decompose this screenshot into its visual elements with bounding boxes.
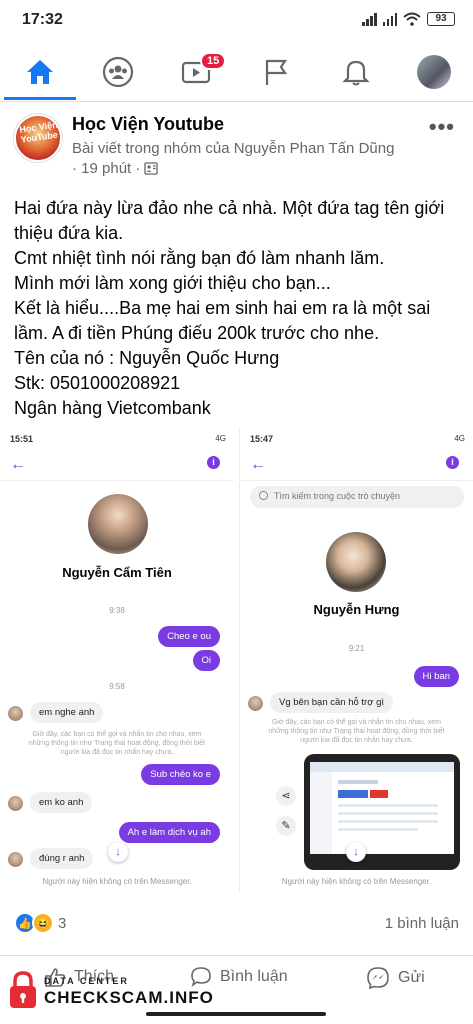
post-line: Tên của nó : Nguyễn Quốc Hưng [14, 348, 280, 368]
bell-icon [342, 60, 370, 86]
shot-status-time: 15:47 [250, 434, 274, 444]
contact-name: Nguyễn Hưng [313, 602, 400, 617]
contact-avatar [326, 532, 386, 592]
active-tab-indicator [4, 97, 76, 100]
message-outgoing: Oi [192, 650, 220, 671]
message-incoming: em nghe anh [30, 702, 104, 723]
tab-watch[interactable]: 15 [166, 50, 227, 94]
home-indicator [146, 1012, 326, 1016]
comment-label: Bình luận [220, 968, 288, 985]
message-incoming: Vg bên bạn cần hỗ trợ gì [270, 692, 393, 713]
divider [240, 480, 473, 481]
group-name[interactable]: Học Viện Youtube [72, 114, 224, 135]
message-timestamp: 9:21 [348, 644, 365, 653]
message-outgoing: Cheo e ou [158, 626, 220, 647]
post-line: Mình mới làm xong giới thiệu cho bạn... [14, 273, 331, 293]
post-images[interactable]: 15:51 4G ← i Nguyễn Cẩm Tiên 9:38 Cheo e… [0, 428, 473, 892]
contact-mini-avatar [8, 706, 23, 721]
shared-photo [304, 754, 460, 870]
monitor-content-image [310, 762, 454, 854]
scroll-down-icon: ↓ [346, 842, 366, 862]
send-label: Gửi [398, 969, 425, 986]
reaction-icons: 👍 😆 [14, 912, 54, 934]
watermark-top: DATA CENTER [44, 976, 129, 986]
top-nav: 15 [0, 42, 473, 102]
back-arrow-icon: ← [10, 456, 26, 473]
messenger-screenshot-right[interactable]: 15:47 4G ← i Tìm kiếm trong cuộc trò chu… [239, 428, 473, 892]
group-avatar[interactable]: Học Viện YouTube [14, 114, 62, 162]
more-options-icon[interactable]: ••• [429, 114, 455, 140]
checkscam-watermark: DATA CENTER CHECKSCAM.INFO [6, 970, 213, 1014]
reactions-bar[interactable]: 👍 😆 3 1 bình luận [14, 912, 459, 938]
message-incoming: em ko anh [30, 792, 93, 813]
post-meta: · 19 phút · [72, 160, 159, 177]
watermark-main: CHECKSCAM.INFO [44, 988, 214, 1007]
group-privacy-icon [144, 162, 159, 175]
contact-avatar [88, 494, 148, 554]
message-outgoing: Sub chéo ko e [141, 764, 220, 785]
battery-icon: 93 [427, 12, 455, 26]
message-incoming: đúng r anh [30, 848, 94, 869]
post-line: Stk: 0501000208921 [14, 373, 181, 393]
comment-button[interactable]: Bình luận [190, 966, 288, 988]
signal-icon [362, 12, 377, 26]
scroll-down-icon: ↓ [108, 842, 128, 862]
post-subtitle[interactable]: Bài viết trong nhóm của Nguyễn Phan Tấn … [72, 140, 394, 157]
shot-status-time: 15:51 [10, 434, 34, 444]
contact-mini-avatar [248, 696, 263, 711]
tab-notifications[interactable] [326, 50, 386, 94]
message-outgoing: Hi ban [413, 666, 459, 687]
offline-note: Người này hiện không có trên Messenger. [281, 877, 432, 886]
offline-note: Người này hiện không có trên Messenger. [42, 877, 192, 886]
comment-count[interactable]: 1 bình luận [385, 915, 459, 932]
flag-icon [265, 59, 288, 85]
message-outgoing: Ah e làm dịch vụ ah [118, 822, 220, 843]
status-icons: 93 [362, 12, 455, 26]
info-icon: i [446, 456, 459, 469]
notification-badge: 15 [200, 52, 227, 70]
post-line: Cmt nhiệt tình nói rằng bạn đó làm nhanh… [14, 248, 385, 268]
info-icon: i [207, 456, 220, 469]
lock-icon [10, 971, 36, 1008]
contact-mini-avatar [8, 796, 23, 811]
post-body: Hai đứa này lừa đảo nhe cả nhà. Một đứa … [14, 196, 462, 421]
groups-icon [102, 56, 134, 88]
tab-groups[interactable] [88, 50, 148, 94]
shot-status-network: 4G [215, 434, 226, 443]
haha-reaction-icon: 😆 [32, 912, 54, 934]
messenger-screenshot-left[interactable]: 15:51 4G ← i Nguyễn Cẩm Tiên 9:38 Cheo e… [0, 428, 234, 892]
system-note: Giờ đây, các bạn có thể gọi và nhắn tin … [28, 731, 206, 756]
post-line: Ngân hàng Vietcombank [14, 398, 211, 418]
status-time: 17:32 [22, 11, 63, 28]
status-bar: 17:32 93 [0, 0, 473, 40]
profile-avatar [417, 55, 451, 89]
share-icon: ⋖ [276, 786, 296, 806]
message-timestamp: 9:38 [109, 606, 125, 615]
reaction-count[interactable]: 3 [58, 915, 66, 932]
send-button[interactable]: Gửi [366, 966, 425, 990]
tab-menu[interactable] [404, 50, 464, 94]
shot-status-network: 4G [454, 434, 465, 443]
message-timestamp: 9:58 [109, 682, 125, 691]
post-line: Kết là hiểu....Ba mẹ hai em sinh hai em … [14, 298, 431, 343]
back-arrow-icon: ← [250, 456, 266, 473]
search-placeholder: Tìm kiếm trong cuộc trò chuyện [274, 491, 401, 501]
divider [0, 480, 234, 481]
system-note: Giờ đây, các bạn có thể gọi và nhắn tin … [268, 719, 445, 744]
tab-home[interactable] [10, 50, 70, 94]
search-icon [259, 491, 268, 500]
edit-icon: ✎ [276, 816, 296, 836]
conversation-search: Tìm kiếm trong cuộc trò chuyện [250, 486, 464, 508]
post-line: Hai đứa này lừa đảo nhe cả nhà. Một đứa … [14, 198, 445, 243]
post-header: Học Viện YouTube Học Viện Youtube Bài vi… [14, 112, 459, 182]
messenger-icon [367, 967, 389, 990]
wifi-icon [403, 12, 421, 26]
post-time[interactable]: · 19 phút · [72, 160, 140, 177]
signal-icon-2 [382, 12, 397, 26]
home-icon [27, 60, 53, 84]
photo-monitor [310, 762, 454, 854]
tab-pages[interactable] [246, 50, 306, 94]
contact-mini-avatar [8, 852, 23, 867]
contact-name: Nguyễn Cẩm Tiên [62, 565, 172, 580]
